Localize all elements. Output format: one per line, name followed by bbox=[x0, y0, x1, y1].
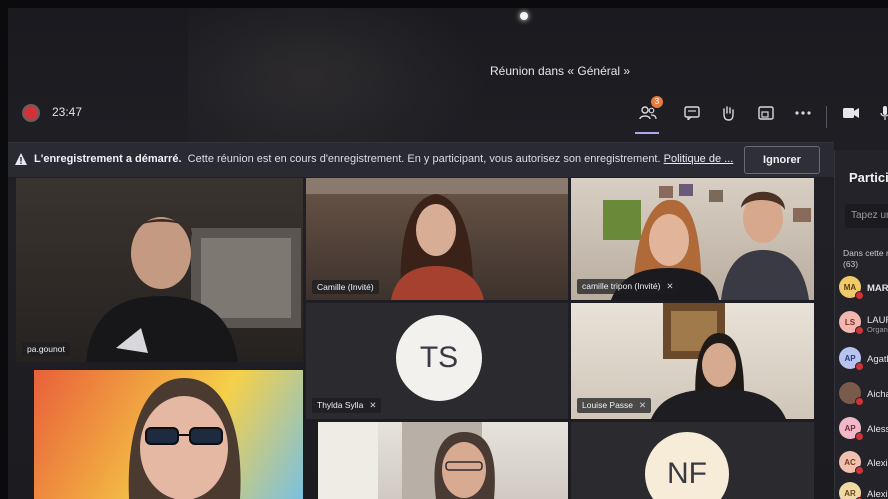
share-screen-icon bbox=[758, 106, 774, 120]
light-glare bbox=[520, 12, 528, 20]
window-title: Réunion dans « Général » bbox=[490, 64, 631, 78]
presence-dot bbox=[855, 432, 864, 441]
presence-dot bbox=[855, 466, 864, 475]
recording-indicator-icon bbox=[24, 106, 38, 120]
participant-row-role: Organi bbox=[867, 325, 888, 334]
participant-video bbox=[318, 422, 495, 499]
camera-toggle-button[interactable] bbox=[838, 100, 864, 126]
participant-name: Thylda Sylla ✕ bbox=[312, 398, 382, 413]
raise-hand-button[interactable] bbox=[715, 100, 741, 126]
presence-dot bbox=[855, 397, 864, 406]
participant-row[interactable]: MA MARI bbox=[835, 274, 888, 300]
participant-row-name: Aicha Bo bbox=[867, 389, 888, 400]
share-content-button[interactable] bbox=[753, 100, 779, 126]
participants-panel-title: Particip bbox=[849, 170, 888, 185]
active-tab-underline bbox=[635, 132, 659, 134]
video-tile[interactable]: camille tripon (Invité) ✕ bbox=[571, 178, 814, 300]
warning-icon bbox=[15, 153, 27, 165]
banner-heading: L'enregistrement a démarré. bbox=[34, 153, 182, 165]
participant-name: Louise Passe ✕ bbox=[577, 398, 652, 413]
chat-icon bbox=[684, 106, 700, 120]
avatar-initials: TS bbox=[419, 341, 459, 374]
presence-dot bbox=[855, 326, 864, 335]
more-actions-button[interactable] bbox=[790, 100, 816, 126]
avatar-initials: NF bbox=[667, 457, 707, 490]
participant-row-name: Agathe bbox=[867, 354, 888, 365]
banner-message: L'enregistrement a démarré. Cette réunio… bbox=[34, 153, 733, 165]
participant-video bbox=[86, 217, 301, 362]
meeting-controls-bar: 23:47 3 bbox=[8, 92, 888, 142]
chat-button[interactable] bbox=[679, 100, 705, 126]
participant-name-text: camille tripon (Invité) bbox=[582, 281, 661, 291]
camera-icon bbox=[843, 108, 859, 118]
participant-row[interactable]: AP Alessand bbox=[835, 415, 888, 441]
participants-button[interactable]: 3 bbox=[635, 96, 663, 126]
mic-off-icon: ✕ bbox=[639, 400, 647, 410]
participant-row[interactable]: AP Agathe bbox=[835, 345, 888, 371]
toolbar-separator bbox=[826, 106, 827, 128]
participant-name-text: Thylda Sylla bbox=[317, 400, 364, 410]
in-meeting-section-label: Dans cette ré (63) bbox=[843, 248, 888, 270]
participant-row-name: Alessand bbox=[867, 424, 888, 435]
title-bar: Réunion dans « Général » bbox=[8, 60, 888, 86]
more-icon bbox=[795, 111, 811, 115]
participant-row-name: Alexis Ric bbox=[867, 489, 888, 499]
section-count: (63) bbox=[843, 259, 859, 269]
participant-row[interactable]: AC Alexis Co bbox=[835, 449, 888, 475]
video-tile[interactable] bbox=[318, 422, 568, 499]
video-tile[interactable]: NF bbox=[571, 422, 814, 499]
hand-icon bbox=[723, 106, 734, 121]
participant-avatar: NF bbox=[645, 432, 729, 499]
participants-panel: Particip Tapez un Dans cette ré (63) MA … bbox=[834, 150, 888, 499]
video-tile[interactable]: TS Thylda Sylla ✕ bbox=[306, 303, 568, 419]
participants-search-input[interactable]: Tapez un bbox=[845, 204, 888, 228]
mic-off-icon: ✕ bbox=[369, 400, 377, 410]
participant-video bbox=[128, 378, 241, 499]
participants-badge: 3 bbox=[651, 96, 663, 108]
video-tile[interactable]: Camille (Invité) bbox=[306, 178, 568, 300]
microphone-icon bbox=[880, 106, 888, 120]
presence-dot bbox=[855, 362, 864, 371]
participant-row-name: MARI bbox=[867, 283, 888, 294]
participant-name: pa.gounot bbox=[22, 342, 70, 356]
section-title: Dans cette ré bbox=[843, 248, 888, 258]
participant-avatar: TS bbox=[396, 315, 482, 401]
teams-meeting-window: Réunion dans « Général » 23:47 3 L'enreg… bbox=[8, 8, 888, 499]
video-tile[interactable]: Louise Passe ✕ bbox=[571, 303, 814, 419]
recording-notice-banner: L'enregistrement a démarré. Cette réunio… bbox=[8, 142, 834, 177]
presence-dot bbox=[855, 291, 864, 300]
mic-toggle-button[interactable] bbox=[872, 100, 888, 126]
participant-row-name: Alexis Co bbox=[867, 458, 888, 469]
banner-text: Cette réunion est en cours d'enregistrem… bbox=[187, 153, 661, 165]
video-tile[interactable] bbox=[34, 370, 303, 499]
participant-row[interactable]: LS LAURE Organi bbox=[835, 309, 888, 335]
participant-name-text: Louise Passe bbox=[582, 400, 634, 410]
meeting-timer: 23:47 bbox=[52, 105, 83, 119]
video-tile[interactable]: pa.gounot bbox=[16, 178, 303, 362]
ignore-button[interactable]: Ignorer bbox=[744, 146, 820, 174]
participant-row[interactable]: AR Alexis Ric bbox=[835, 480, 888, 499]
video-grid: pa.gounot Camille (Invité) camille tripo… bbox=[8, 178, 814, 499]
privacy-policy-link[interactable]: Politique de ... bbox=[664, 153, 734, 165]
mic-off-icon: ✕ bbox=[666, 281, 674, 291]
participant-row[interactable]: Aicha Bo bbox=[835, 380, 888, 406]
participant-name: camille tripon (Invité) ✕ bbox=[577, 279, 679, 294]
participant-name: Camille (Invité) bbox=[312, 280, 379, 294]
